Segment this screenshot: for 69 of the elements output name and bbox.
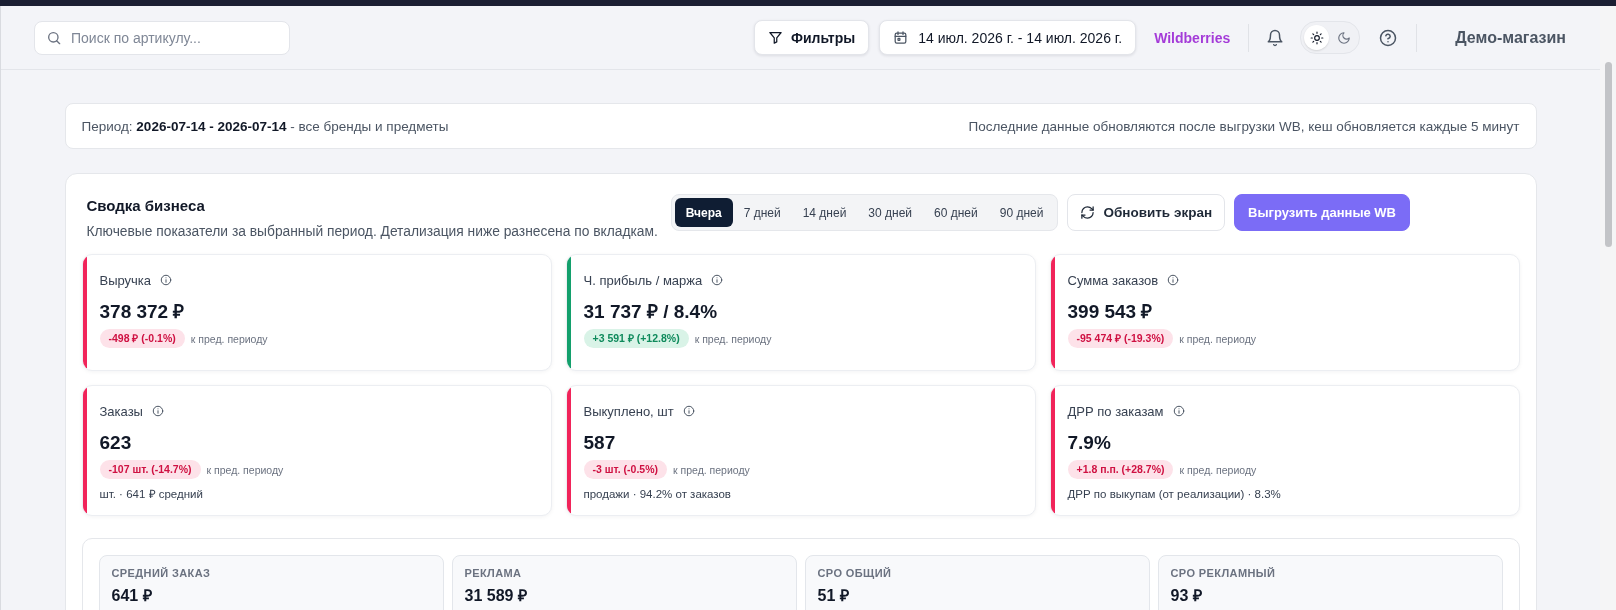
marketplace-label: Wildberries <box>1154 29 1231 46</box>
metric-value: 378 372 ₽ <box>99 300 186 324</box>
light-theme-button[interactable] <box>1304 25 1330 50</box>
metric-value: 587 <box>583 431 617 455</box>
comparison-label: к пред. периоду <box>1179 332 1257 345</box>
store-name: Демо-магазин <box>1455 28 1566 47</box>
comparison-label: к пред. периоду <box>694 332 772 345</box>
scrollbar-thumb[interactable] <box>1605 62 1612 247</box>
period-tab[interactable]: 90 дней <box>988 198 1055 227</box>
change-badge: -95 474 ₽ (-19.3%) <box>1067 329 1174 348</box>
update-note: Последние данные обновляются после выгрузки WB, кеш обновляется каждые 5 минут <box>968 118 1520 134</box>
comparison-label: к пред. периоду <box>206 463 284 476</box>
bell-icon[interactable] <box>1266 28 1285 47</box>
info-icon[interactable] <box>682 405 695 417</box>
comparison-label: к пред. периоду <box>190 332 268 345</box>
help-icon[interactable] <box>1379 28 1398 47</box>
period-tab[interactable]: Вчера <box>674 198 733 227</box>
stat-value: 93 ₽ <box>1170 586 1203 606</box>
change-badge: +1.8 п.п. (+28.7%) <box>1067 460 1174 479</box>
metric-value: 399 543 ₽ <box>1067 300 1154 324</box>
metric-value: 31 737 ₽ / 8.4% <box>583 300 719 324</box>
moon-icon <box>1336 30 1351 45</box>
theme-toggle[interactable] <box>1300 21 1361 54</box>
refresh-button[interactable]: Обновить экран <box>1067 194 1226 231</box>
metric-title: ДРР по заказам <box>1067 403 1164 419</box>
change-badge: -498 ₽ (-0.1%) <box>99 329 185 348</box>
comparison-label: к пред. периоду <box>1179 463 1257 476</box>
section-title: Сводка бизнеса <box>86 196 206 216</box>
stat-label: СРО РЕКЛАМНЫЙ <box>1170 566 1277 580</box>
stat-label: РЕКЛАМА <box>464 566 523 580</box>
export-button[interactable]: Выгрузить данные WB <box>1234 194 1410 231</box>
metric-title: Выкуплено, шт <box>583 403 674 419</box>
period-text: Период: 2026-07-14 - 2026-07-14 - все бренды и предметы <box>81 118 449 134</box>
filter-button[interactable]: Фильтры <box>754 20 870 55</box>
calendar-icon <box>893 30 909 45</box>
stat-value: 31 589 ₽ <box>464 586 528 606</box>
metric-note: шт. · 641 ₽ средний <box>99 487 204 502</box>
metric-title: Сумма заказов <box>1067 272 1159 288</box>
metric-value: 7.9% <box>1067 431 1112 455</box>
period-tab[interactable]: 60 дней <box>923 198 989 227</box>
comparison-label: к пред. периоду <box>673 463 750 476</box>
metric-title: Выручка <box>99 272 152 288</box>
change-badge: +3 591 ₽ (+12.8%) <box>583 329 689 348</box>
metric-note: ДРР по выкупам (от реализации) · 8.3% <box>1067 487 1281 502</box>
stat-label: СРЕДНИЙ ЗАКАЗ <box>111 566 212 580</box>
search-field[interactable]: Поиск по артикулу... <box>34 20 290 55</box>
info-icon[interactable] <box>151 405 164 417</box>
change-badge: -107 шт. (-14.7%) <box>99 460 201 479</box>
info-icon[interactable] <box>1172 405 1185 417</box>
stat-value: 51 ₽ <box>817 586 850 606</box>
stat-label: СРО ОБЩИЙ <box>817 566 893 580</box>
info-icon[interactable] <box>160 274 173 286</box>
metric-note: продажи · 94.2% от заказов <box>583 487 732 502</box>
info-icon[interactable] <box>711 274 724 286</box>
refresh-icon <box>1080 205 1096 220</box>
period-tab[interactable]: 14 дней <box>791 198 858 227</box>
search-icon <box>46 29 62 46</box>
sun-icon <box>1309 30 1324 45</box>
metric-title: Ч. прибыль / маржа <box>583 272 703 288</box>
date-range-button[interactable]: 14 июл. 2026 г. - 14 июл. 2026 г. <box>879 20 1137 55</box>
metric-title: Заказы <box>99 403 143 419</box>
funnel-icon <box>768 30 783 45</box>
metric-value: 623 <box>99 431 133 455</box>
stat-value: 641 ₽ <box>111 586 153 606</box>
info-icon[interactable] <box>1167 274 1180 286</box>
change-badge: -3 шт. (-0.5%) <box>583 460 667 479</box>
period-tab[interactable]: 30 дней <box>857 198 924 227</box>
section-subtitle: Ключевые показатели за выбранный период. Детализация ниже разнесена по вкладкам. <box>86 223 658 240</box>
period-tab[interactable]: 7 дней <box>732 198 792 227</box>
